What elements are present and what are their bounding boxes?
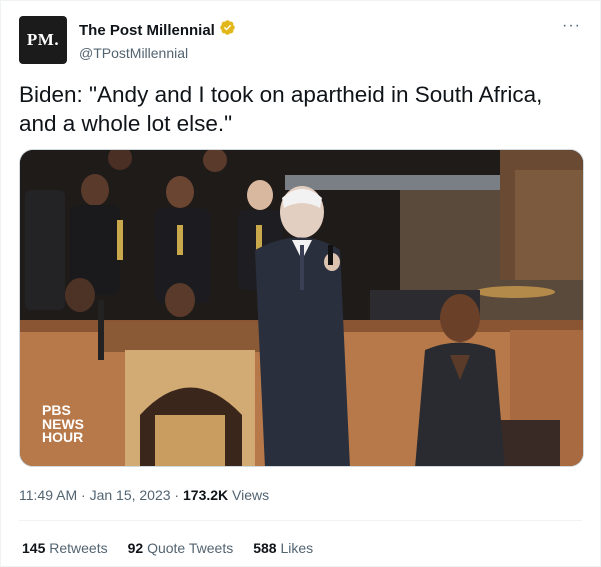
tweet-video[interactable]: PBS NEWS HOUR [19,149,584,467]
avatar[interactable]: PM. [19,16,67,64]
likes-count: 588 [253,540,277,556]
quote-tweets-stat[interactable]: 92 Quote Tweets [128,539,234,557]
engagement-stats: 145 Retweets 92 Quote Tweets 588 Likes [22,539,313,557]
display-name-row[interactable]: The Post Millennial [79,19,236,42]
avatar-logo-text: PM. [26,30,60,49]
retweets-stat[interactable]: 145 Retweets [22,539,108,557]
views-count: 173.2K [183,487,229,503]
tweet-date[interactable]: Jan 15, 2023 [90,487,171,503]
retweets-count: 145 [22,540,46,556]
tweet-metadata: 11:49 AM · Jan 15, 2023 · 173.2K Views [19,486,269,504]
verified-badge-icon [219,19,236,42]
meta-separator: · [170,487,183,503]
account-handle[interactable]: @TPostMillennial [79,43,236,63]
tweet-text: Biden: "Andy and I took on apartheid in … [19,82,543,136]
tweet-card: PM. The Post Millennial @TPostMillennial… [0,0,601,567]
pbs-newshour-watermark: PBS NEWS HOUR [42,403,84,445]
likes-label: Likes [280,540,314,556]
quote-tweets-label: Quote Tweets [147,540,234,556]
quote-tweets-count: 92 [127,540,144,556]
tweet-time[interactable]: 11:49 AM [19,487,77,503]
watermark-line: HOUR [42,429,84,445]
more-options-icon[interactable]: ··· [562,18,581,34]
views-label: Views [228,487,270,503]
likes-stat[interactable]: 588 Likes [253,539,313,557]
meta-separator: · [77,487,90,503]
video-frame [20,150,583,466]
retweets-label: Retweets [49,540,108,556]
display-name[interactable]: The Post Millennial [79,21,215,41]
account-info: The Post Millennial @TPostMillennial [79,19,236,63]
divider [19,520,582,521]
